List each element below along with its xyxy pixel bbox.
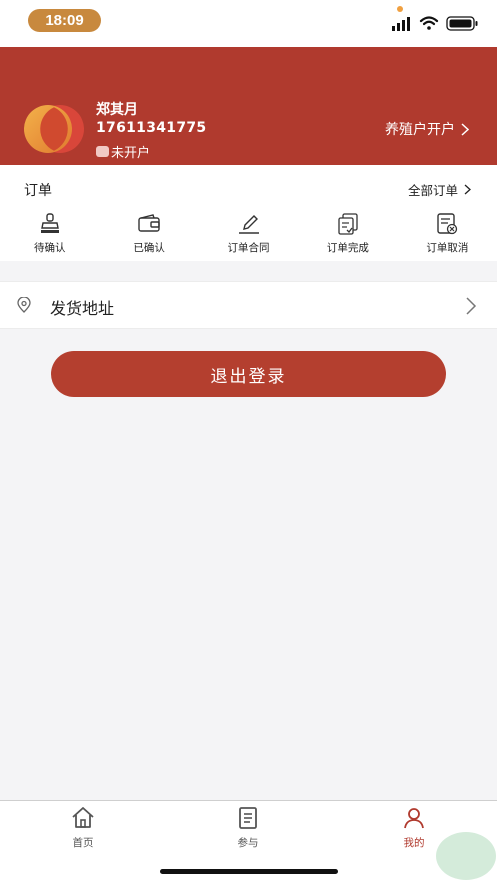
avatar[interactable] bbox=[24, 104, 84, 154]
tab-home[interactable]: 首页 bbox=[43, 806, 123, 850]
order-status-list: 待确认 已确认 订单合同 订单完成 订单取消 bbox=[0, 213, 497, 259]
user-icon bbox=[404, 808, 424, 829]
tab-label: 首页 bbox=[72, 837, 94, 849]
document-cancel-icon bbox=[437, 213, 458, 235]
stamp-icon bbox=[40, 213, 59, 233]
all-orders-link[interactable]: 全部订单 bbox=[408, 180, 471, 199]
tab-label: 参与 bbox=[237, 837, 259, 849]
shield-icon bbox=[96, 146, 109, 157]
document-check-icon bbox=[338, 213, 358, 235]
order-item-pending[interactable]: 待确认 bbox=[0, 213, 99, 259]
shipping-address-row[interactable]: 发货地址 bbox=[0, 281, 497, 329]
user-name: 郑其月 bbox=[96, 102, 138, 118]
orders-title: 订单 bbox=[24, 183, 52, 199]
chevron-right-icon bbox=[464, 184, 471, 195]
status-icons bbox=[392, 16, 478, 31]
order-item-label: 已确认 bbox=[133, 242, 165, 254]
order-item-completed[interactable]: 订单完成 bbox=[298, 213, 397, 259]
home-icon bbox=[72, 807, 94, 828]
order-item-confirmed[interactable]: 已确认 bbox=[99, 213, 198, 259]
privacy-indicator-dot bbox=[397, 6, 403, 12]
user-phone: 17611341775 bbox=[96, 120, 207, 136]
account-status-label: 未开户 bbox=[111, 146, 151, 161]
logout-button[interactable]: 退出登录 bbox=[51, 351, 446, 397]
battery-icon bbox=[446, 16, 478, 31]
all-orders-label: 全部订单 bbox=[407, 183, 458, 198]
open-account-label: 养殖户开户 bbox=[385, 122, 455, 138]
floating-assist-button[interactable] bbox=[436, 832, 496, 880]
order-item-label: 订单合同 bbox=[227, 242, 270, 254]
profile-header: 郑其月 17611341775 未开户 养殖户开户 bbox=[0, 47, 497, 165]
orders-card: 订单 全部订单 待确认 已确认 订单合同 订单完成 订单取消 bbox=[0, 165, 497, 261]
wifi-icon bbox=[419, 16, 439, 30]
chevron-right-icon bbox=[466, 297, 477, 315]
order-item-label: 订单完成 bbox=[326, 242, 369, 254]
location-pin-icon bbox=[17, 297, 31, 313]
shipping-address-label: 发货地址 bbox=[50, 299, 115, 318]
order-item-cancelled[interactable]: 订单取消 bbox=[398, 213, 497, 259]
tab-participate[interactable]: 参与 bbox=[208, 806, 288, 850]
open-account-link[interactable]: 养殖户开户 bbox=[385, 119, 469, 139]
pen-icon bbox=[238, 215, 259, 234]
status-bar: 18:09 bbox=[0, 0, 497, 47]
list-icon bbox=[239, 807, 257, 829]
order-item-contract[interactable]: 订单合同 bbox=[199, 213, 298, 259]
chevron-right-icon bbox=[461, 122, 469, 136]
order-item-label: 订单取消 bbox=[426, 242, 469, 254]
order-item-label: 待确认 bbox=[33, 242, 66, 254]
account-status: 未开户 bbox=[96, 142, 150, 161]
home-indicator bbox=[160, 869, 338, 874]
signal-icon bbox=[392, 17, 410, 31]
status-time: 18:09 bbox=[28, 9, 101, 32]
tab-label: 我的 bbox=[403, 837, 425, 849]
wallet-icon bbox=[138, 214, 160, 232]
